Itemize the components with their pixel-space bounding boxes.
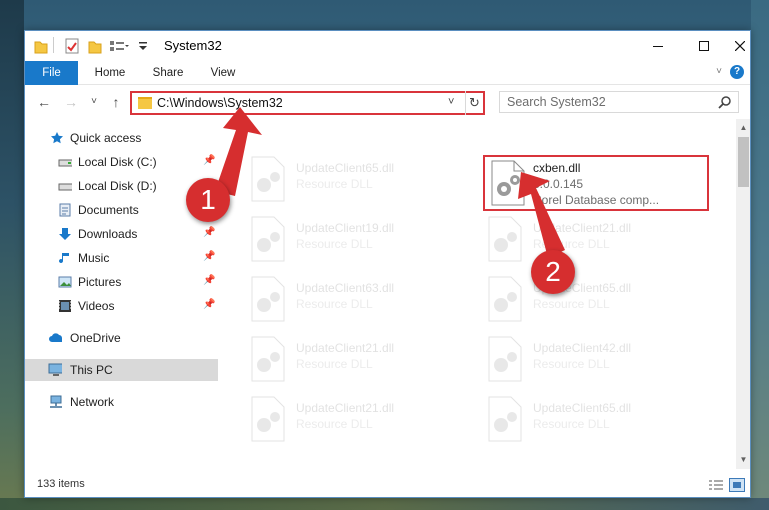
annotation-arrows: [215, 107, 565, 258]
arrow-2-icon: [518, 172, 565, 258]
annotation-badge-1: 1: [186, 178, 230, 222]
annotation-badge-2: 2: [531, 250, 575, 294]
